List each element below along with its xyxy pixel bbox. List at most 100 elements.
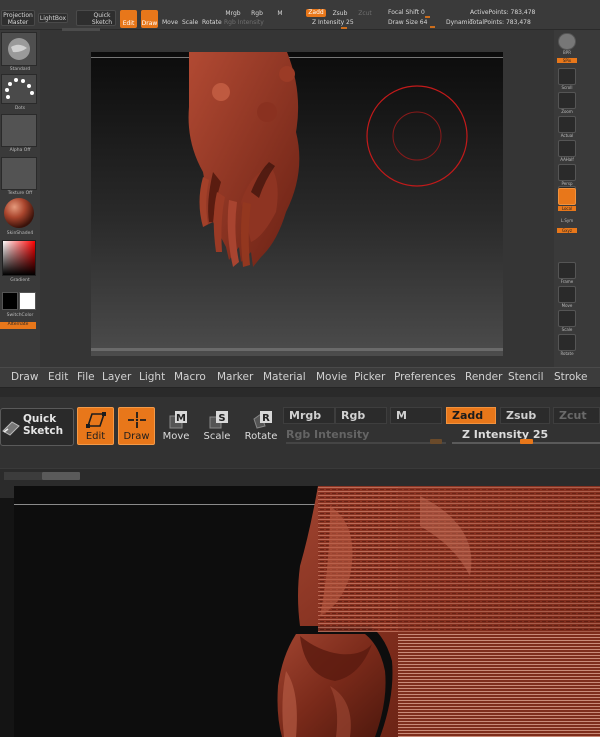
menu-marker[interactable]: Marker: [217, 371, 253, 383]
menu-material[interactable]: Material: [263, 371, 306, 383]
z-intensity-slider[interactable]: Z Intensity 25: [462, 428, 548, 441]
zsub-button[interactable]: Zsub: [500, 407, 550, 424]
svg-text:M: M: [176, 413, 186, 424]
arm-sculpt-model: [277, 486, 600, 737]
mini-m-button[interactable]: M: [276, 10, 284, 17]
mini-stroke-label: Dots: [14, 106, 26, 111]
mini-persp-button[interactable]: [558, 164, 576, 181]
mini-alternate-button[interactable]: Alternate: [0, 322, 36, 329]
mini-zsub-button[interactable]: Zsub: [332, 10, 348, 17]
rotate-icon: R: [253, 411, 272, 429]
mini-z-intensity-slider[interactable]: Z Intensity 25: [312, 19, 358, 26]
mini-scroll-label: Scroll: [561, 85, 573, 90]
rgb-intensity-knob[interactable]: [430, 439, 442, 444]
mini-alpha-thumbnail[interactable]: [1, 114, 37, 147]
mini-draw-size-slider[interactable]: Draw Size 64: [388, 19, 430, 26]
mini-zcut-button[interactable]: Zcut: [358, 10, 372, 17]
mrgb-button[interactable]: Mrgb: [283, 407, 335, 424]
document-viewport[interactable]: [0, 486, 600, 737]
mini-material-label: SkinShade4: [6, 231, 34, 236]
rotate-button[interactable]: R Rotate: [244, 410, 278, 446]
mini-spix-slider[interactable]: SPix: [557, 58, 577, 63]
mini-stroke-thumbnail[interactable]: [1, 74, 37, 104]
mini-mrgb-button[interactable]: Mrgb: [224, 10, 242, 17]
shelf-scrollbar-thumb[interactable]: [42, 472, 80, 480]
mini-canvas-bottom-bar: [91, 348, 503, 351]
mini-canvas[interactable]: [91, 52, 503, 356]
mini-rgb-intensity-slider[interactable]: Rgb Intensity: [224, 19, 268, 26]
mini-z-intensity-knob: [341, 27, 347, 29]
menu-stroke[interactable]: Stroke: [554, 371, 587, 383]
menu-layer[interactable]: Layer: [102, 371, 131, 383]
mini-scrollbar[interactable]: [62, 28, 100, 31]
menu-stencil[interactable]: Stencil: [508, 371, 544, 383]
menu-render[interactable]: Render: [465, 371, 502, 383]
mini-quick-sketch-button[interactable]: Quick Sketch: [76, 10, 116, 26]
mini-draw-button[interactable]: Draw: [141, 10, 158, 28]
rgb-intensity-track[interactable]: [286, 442, 446, 444]
menu-light[interactable]: Light: [139, 371, 165, 383]
mini-frame-button[interactable]: [558, 262, 576, 279]
mini-move-view-label: Move: [561, 303, 573, 308]
menu-macro[interactable]: Macro: [174, 371, 206, 383]
material-sphere-icon: [4, 198, 34, 228]
menu-file[interactable]: File: [77, 371, 95, 383]
rgb-button[interactable]: Rgb: [335, 407, 387, 424]
quick-sketch-button[interactable]: Quick Sketch: [0, 408, 74, 446]
mini-rotate-view-button[interactable]: [558, 334, 576, 351]
scale-button[interactable]: S Scale: [202, 410, 232, 446]
brush-icon: [8, 38, 30, 60]
mini-edit-button[interactable]: Edit: [120, 10, 137, 28]
rotate-label: Rotate: [244, 431, 278, 442]
menu-preferences[interactable]: Preferences: [394, 371, 456, 383]
mini-move-button[interactable]: Move: [162, 19, 178, 26]
z-intensity-knob[interactable]: [520, 439, 533, 444]
shelf-scrollbar-track[interactable]: [4, 472, 42, 480]
mini-scale-view-button[interactable]: [558, 310, 576, 327]
mini-projection-master-button[interactable]: Projection Master: [1, 10, 35, 26]
mini-texture-thumbnail[interactable]: [1, 157, 37, 190]
menu-bar: Draw Edit File Layer Light Macro Marker …: [0, 367, 600, 388]
zadd-button[interactable]: Zadd: [446, 407, 496, 424]
mini-color-picker[interactable]: [2, 240, 36, 276]
mini-main-color[interactable]: [19, 292, 36, 310]
mini-brush-thumbnail[interactable]: [1, 32, 37, 66]
menu-draw[interactable]: Draw: [11, 371, 38, 383]
mini-zadd-button[interactable]: Zadd: [306, 9, 326, 17]
menu-movie[interactable]: Movie: [316, 371, 347, 383]
edit-label: Edit: [85, 431, 106, 442]
mini-scale-button[interactable]: Scale: [182, 19, 198, 26]
mini-local-label: Local: [558, 206, 576, 211]
zcut-button[interactable]: Zcut: [553, 407, 600, 424]
quick-sketch-label: Quick Sketch: [23, 413, 64, 437]
mini-material-thumbnail[interactable]: [2, 196, 36, 230]
mini-aahalf-button[interactable]: [558, 140, 576, 157]
mini-local-button[interactable]: [558, 188, 576, 205]
mini-focal-shift-slider[interactable]: Focal Shift 0: [388, 9, 428, 16]
mini-zoom-label: Zoom: [561, 109, 573, 114]
mini-secondary-color[interactable]: [2, 292, 18, 310]
move-label: Move: [162, 431, 190, 442]
rgb-intensity-slider[interactable]: Rgb Intensity: [286, 428, 369, 441]
edit-button[interactable]: Edit: [77, 407, 114, 445]
mini-actual-button[interactable]: [558, 116, 576, 133]
menu-picker[interactable]: Picker: [354, 371, 385, 383]
m-button[interactable]: M: [390, 407, 442, 424]
mini-dynamic-button[interactable]: Dynamic: [446, 19, 472, 26]
mini-zoom-button[interactable]: [558, 92, 576, 109]
mini-gxyz-button[interactable]: Gxyz: [557, 228, 577, 233]
mini-scroll-button[interactable]: [558, 68, 576, 85]
toolbar-top-strip: [0, 388, 600, 397]
mini-lsym-button[interactable]: L.Sym: [554, 218, 580, 223]
mini-move-view-button[interactable]: [558, 286, 576, 303]
mini-rotate-button[interactable]: Rotate: [202, 19, 222, 26]
menu-edit[interactable]: Edit: [48, 371, 68, 383]
mini-switch-color-button[interactable]: SwitchColor: [0, 313, 40, 318]
mini-bpr-button[interactable]: [558, 33, 576, 50]
draw-button[interactable]: Draw: [118, 407, 155, 445]
move-button[interactable]: M Move: [162, 410, 190, 446]
mini-rgb-button[interactable]: Rgb: [250, 10, 264, 17]
mini-alpha-label: Alpha Off: [9, 148, 31, 153]
mini-lightbox-button[interactable]: LightBox: [38, 13, 68, 23]
mini-aahalf-label: AAHalf: [560, 157, 574, 162]
